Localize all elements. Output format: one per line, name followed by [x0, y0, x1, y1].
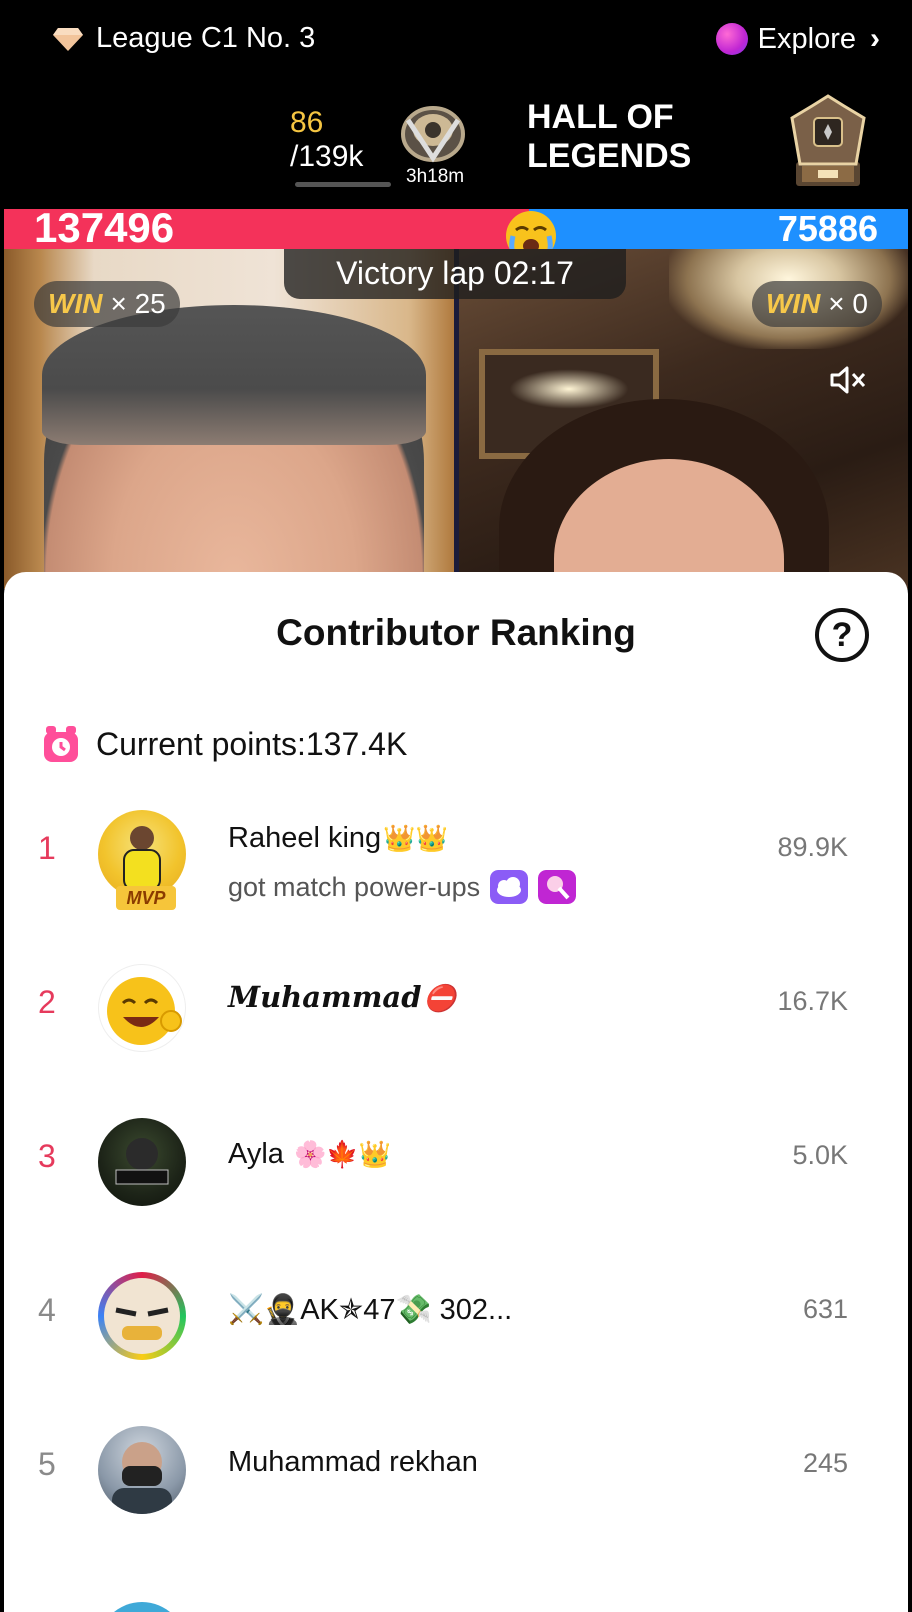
contributor-name: Muhammad rekhan — [228, 1446, 478, 1478]
diamond-icon — [53, 27, 83, 51]
contributor-name: Raheel king👑👑 — [228, 822, 448, 854]
contributor-name: ⚔️🥷AK✯47💸 302... — [228, 1294, 513, 1326]
ranking-row[interactable]: 4 ⚔️🥷AK✯47💸 302... 631 — [4, 1262, 908, 1372]
power-ups-note: got match power-ups — [228, 870, 577, 904]
mirror-light — [509, 369, 629, 409]
rank-number: 4 — [38, 1292, 56, 1328]
points-progress-bar — [295, 182, 391, 187]
tier-badge-icon — [401, 106, 465, 163]
chevron-right-icon: › — [870, 22, 880, 55]
hall-of-legends-title[interactable]: HALL OF LEGENDS — [527, 98, 697, 176]
sheet-title: Contributor Ranking — [276, 612, 636, 653]
rank-number: 2 — [38, 984, 56, 1020]
explore-label: Explore — [757, 22, 856, 55]
league-label: League C1 No. 3 — [96, 22, 316, 54]
muted-speaker-icon[interactable] — [828, 362, 868, 398]
win-streak-left[interactable]: WIN × 25 — [34, 281, 180, 327]
points-total: /139k — [290, 140, 364, 173]
top-bar: League C1 No. 3 Explore › — [0, 0, 912, 84]
avatar[interactable] — [98, 1272, 186, 1360]
no-entry-emoji: ⛔ — [423, 984, 456, 1014]
contributor-score: 5.0K — [792, 1140, 848, 1170]
win-label: WIN — [48, 288, 103, 319]
hammer-power-up-icon — [538, 870, 577, 904]
contributor-score: 16.7K — [777, 986, 848, 1016]
victory-lap-timer: Victory lap 02:17 — [284, 249, 626, 299]
current-points: Current points:137.4K — [42, 724, 407, 764]
throne-trophy-icon[interactable] — [782, 92, 874, 190]
avatar[interactable] — [98, 1426, 186, 1514]
flower-maple-crown-emoji: 🌸🍁👑 — [293, 1139, 392, 1169]
contributor-name: 𝑴𝒖𝒉𝒂𝒎𝒎𝒂𝒅⛔ — [228, 980, 456, 1014]
win-count-left: × 25 — [110, 288, 166, 319]
points-current: 86 — [290, 106, 324, 139]
rank-number: 1 — [38, 830, 56, 866]
score-right: 75886 — [777, 208, 878, 249]
contributor-score: 89.9K — [777, 832, 848, 862]
contributor-ranking-sheet: Contributor Ranking ? Current points:137… — [4, 572, 908, 1612]
cloud-power-up-icon — [490, 870, 529, 904]
badge-timer: 3h18m — [406, 166, 465, 187]
help-icon[interactable]: ? — [815, 608, 869, 662]
ranking-row[interactable]: 3 Ayla 🌸🍁👑 5.0K — [4, 1108, 908, 1218]
win-label: WIN — [765, 288, 821, 319]
contributor-score: 245 — [802, 1448, 848, 1478]
avatar[interactable] — [98, 810, 186, 898]
score-left: 137496 — [34, 204, 175, 251]
rank-number: 5 — [38, 1446, 56, 1482]
league-progress[interactable]: 86 /139k 3h18m HALL OF LEGENDS — [0, 92, 912, 192]
crown-emoji: 👑👑 — [383, 823, 448, 853]
contributor-name: Ayla 🌸🍁👑 — [228, 1138, 392, 1170]
rank-number: 3 — [38, 1138, 56, 1174]
league-info[interactable]: League C1 No. 3 — [52, 22, 315, 55]
win-count-right: × 0 — [828, 288, 868, 319]
avatar[interactable] — [98, 964, 186, 1052]
avatar[interactable] — [98, 1602, 186, 1612]
explore-button[interactable]: Explore › — [715, 22, 880, 56]
win-streak-right[interactable]: WIN × 0 — [751, 281, 882, 327]
contributor-score: 631 — [802, 1294, 848, 1324]
mvp-badge: MVP — [116, 886, 176, 910]
current-points-label: Current points:137.4K — [96, 725, 408, 762]
ranking-row[interactable]: 2 𝑴𝒖𝒉𝒂𝒎𝒎𝒂𝒅⛔ 16.7K — [4, 954, 908, 1064]
avatar[interactable] — [98, 1118, 186, 1206]
ranking-row[interactable]: 5 Muhammad rekhan 245 — [4, 1416, 908, 1526]
ranking-row[interactable]: 1 MVP Raheel king👑👑 got match power-ups — [4, 800, 908, 910]
explore-planet-icon — [715, 23, 748, 55]
alarm-clock-icon — [44, 726, 78, 762]
